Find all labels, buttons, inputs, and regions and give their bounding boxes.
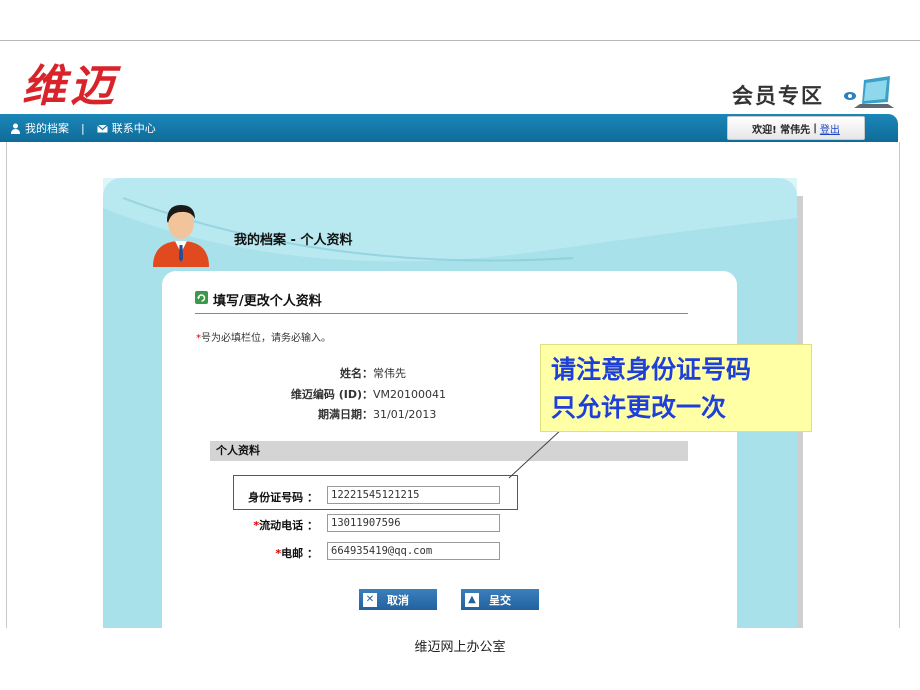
nav-separator: |: [81, 121, 85, 135]
info-row-id: 维迈编码 (ID)：VM20100041: [253, 386, 446, 402]
mobile-label: *流动电话 ：: [228, 517, 318, 533]
mobile-label-text: 流动电话 ：: [259, 519, 318, 532]
form-title: 填写/更改个人资料: [213, 294, 322, 309]
section-header-personal: 个人资料: [210, 441, 688, 461]
mobile-input[interactable]: [327, 514, 500, 532]
required-note: *号为必填栏位，请务必输入。: [196, 329, 331, 344]
info-row-name: 姓名：常伟先: [253, 365, 406, 381]
info-label: 维迈编码 (ID)：: [290, 388, 373, 401]
email-label: *电邮 ：: [228, 545, 318, 561]
mail-icon: [96, 124, 108, 132]
submit-button-label: 呈交: [489, 593, 511, 607]
nav-my-profile[interactable]: 我的档案: [25, 120, 69, 136]
info-label: 期满日期：: [318, 408, 373, 421]
info-label: 姓名：: [340, 367, 373, 380]
page-title: 我的档案 - 个人资料: [234, 233, 353, 248]
welcome-separator: |: [813, 122, 817, 134]
top-divider: [0, 40, 920, 41]
cancel-button[interactable]: ✕ 取消: [359, 589, 437, 610]
person-icon: [11, 123, 20, 134]
submit-button[interactable]: ▲ 呈交: [461, 589, 539, 610]
logout-link[interactable]: 登出: [820, 121, 840, 136]
refresh-icon: [195, 291, 208, 304]
id-number-input[interactable]: [327, 486, 500, 504]
required-note-text: 号为必填栏位，请务必输入。: [201, 333, 331, 344]
info-row-expiry: 期满日期：31/01/2013: [253, 406, 436, 422]
welcome-text: 欢迎! 常伟先: [752, 124, 811, 136]
welcome-box: 欢迎! 常伟先 | 登出: [727, 116, 865, 140]
email-input[interactable]: [327, 542, 500, 560]
info-value: 常伟先: [373, 367, 406, 380]
footer-caption: 维迈网上办公室: [414, 640, 506, 655]
user-avatar-icon: [153, 205, 209, 267]
laptop-mail-icon: [844, 76, 894, 108]
nav-contact-center[interactable]: 联系中心: [112, 120, 156, 136]
arrow-up-icon: ▲: [465, 592, 479, 607]
email-label-text: 电邮 ：: [281, 547, 318, 560]
brand-logo: 维迈: [22, 61, 118, 112]
form-title-divider: [195, 313, 688, 314]
info-value: 31/01/2013: [373, 408, 437, 421]
id-number-label: 身份证号码 ：: [248, 491, 318, 504]
cancel-button-label: 取消: [387, 593, 409, 607]
info-value: VM20100041: [373, 388, 447, 401]
member-zone-title: 会员专区: [732, 83, 824, 108]
callout-line-2: 只允许更改一次: [551, 393, 727, 422]
callout-line-1: 请注意身份证号码: [551, 355, 752, 384]
close-icon: ✕: [363, 592, 377, 607]
annotation-callout: 请注意身份证号码 只允许更改一次: [540, 344, 812, 432]
